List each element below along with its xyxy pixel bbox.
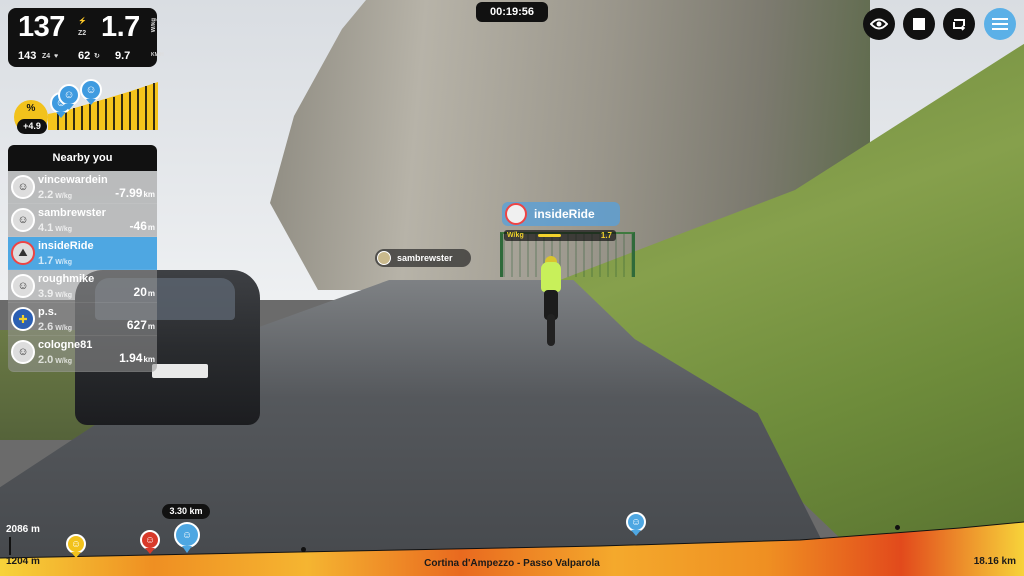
rider-gap: -46m [129,219,155,233]
avatar: ☺ [11,340,35,364]
wkg-unit: W/kg [151,18,157,33]
flag-avatar-icon: ✚ [11,307,35,331]
rider-marker-blue: ☺ [626,512,646,536]
rider-avatar-icon: ☺ [80,79,102,101]
other-rider-name: sambrewster [397,253,453,263]
total-distance: 18.16 km [973,556,1016,567]
avatar: ☺ [11,208,35,232]
nearby-row[interactable]: ✚ p.s. 2.6 W/kg 627m [8,303,157,336]
cyclist [536,256,566,346]
grade-value: +4.9 [17,119,47,134]
profile-marker-dot [301,547,306,552]
rider-name: vincewardein [38,174,108,186]
self-position-marker: ☺ [174,522,200,553]
rider-gap: 1.94km [119,351,155,365]
toggle-view-button[interactable] [863,8,895,40]
rider-marker-yellow: ☺ [66,534,86,558]
wkg-bar-fill [538,234,561,237]
nearby-riders-panel: Nearby you ☺ vincewardein 2.2 W/kg -7.99k… [8,145,157,372]
elevation-max: 2086 m [6,524,40,535]
menu-icon [992,18,1008,30]
eye-icon [870,18,888,30]
cadence-value: 62 [78,50,91,62]
rider-marker-red: ☺ [140,530,160,554]
rider-gap: 627m [126,318,155,332]
rider-avatar-icon: ☺ [58,84,80,106]
rider-name: p.s. [38,306,57,318]
power-zone: Z2 [78,30,87,37]
nearby-row-self[interactable]: ⛰ insideRide 1.7 W/kg [8,237,157,270]
nearby-row[interactable]: ☺ vincewardein 2.2 W/kg -7.99km [8,171,157,204]
rider-wkg: 2.2 W/kg [38,189,73,201]
bike-wheel [547,314,555,346]
self-wkg-bar: W/kg 1.7 [504,230,616,241]
route-name: Cortina d'Ampezzo - Passo Valparola [424,558,600,569]
stop-icon [913,18,925,30]
nearby-row[interactable]: ☺ cologne81 2.0 W/kg 1.94km [8,336,157,372]
menu-button[interactable] [984,8,1016,40]
rider-avatar-icon: ☺ [140,530,160,550]
nearby-title: Nearby you [8,145,157,171]
speed-value: 9.7 [115,50,131,62]
wkg-bar-label: W/kg [507,232,524,239]
other-rider-label: sambrewster [375,249,471,267]
rider-pin-grade-2: ☺ [58,84,80,110]
avatar [505,203,527,225]
rider-wkg: 2.0 W/kg [38,354,73,366]
rider-avatar-icon: ☺ [626,512,646,532]
cyclist-jersey [541,262,561,292]
wkg-value: 1.7 [101,11,140,43]
heart-icon: ♥ [54,53,59,60]
rider-wkg: 4.1 W/kg [38,222,73,234]
rider-gap: -7.99km [115,186,155,200]
current-distance-badge: 3.30 km [162,504,210,519]
repeat-button[interactable] [943,8,975,40]
nearby-row[interactable]: ☺ sambrewster 4.1 W/kg -46m [8,204,157,237]
heart-rate-value: 143 [18,50,37,62]
elevation-axis [9,537,11,555]
hr-zone: Z4 [42,53,51,60]
rider-name: roughmike [38,273,95,285]
rider-name: sambrewster [38,207,106,219]
rider-wkg: 2.6 W/kg [38,321,73,333]
power-value: 137 [18,11,65,43]
rider-gap [154,252,155,266]
rider-name: cologne81 [38,339,93,351]
rider-wkg: 3.9 W/kg [38,288,73,300]
grade-symbol: % [26,103,36,114]
rider-gap: 20m [133,285,155,299]
wkg-bar-value: 1.7 [600,231,612,240]
self-rider-label: insideRide [502,202,620,226]
rider-name: insideRide [38,240,94,252]
elapsed-timer: 00:19:56 [476,2,548,22]
avatar: ☺ [11,274,35,298]
avatar [377,251,391,265]
rider-pin-grade-3: ☺ [80,79,102,105]
cadence-icon: ↻ [94,53,100,60]
rider-wkg: 1.7 W/kg [38,255,73,267]
profile-marker-dot [895,525,900,530]
self-rider-name: insideRide [534,207,595,221]
nearby-row[interactable]: ☺ roughmike 3.9 W/kg 20m [8,270,157,303]
speed-unit: KM/H [151,52,164,58]
avatar: ☺ [11,175,35,199]
power-icon: ⚡ [78,18,87,25]
repeat-icon [953,19,966,31]
ride-stats-panel: 137 ⚡ Z2 1.7 W/kg 143 Z4 ♥ 62 ↻ 9.7 KM/H [8,8,164,67]
rider-avatar-icon: ☺ [174,522,200,548]
avatar: ⛰ [11,241,35,265]
rider-avatar-icon: ☺ [66,534,86,554]
stop-ride-button[interactable] [903,8,935,40]
car-license-plate [152,364,208,378]
